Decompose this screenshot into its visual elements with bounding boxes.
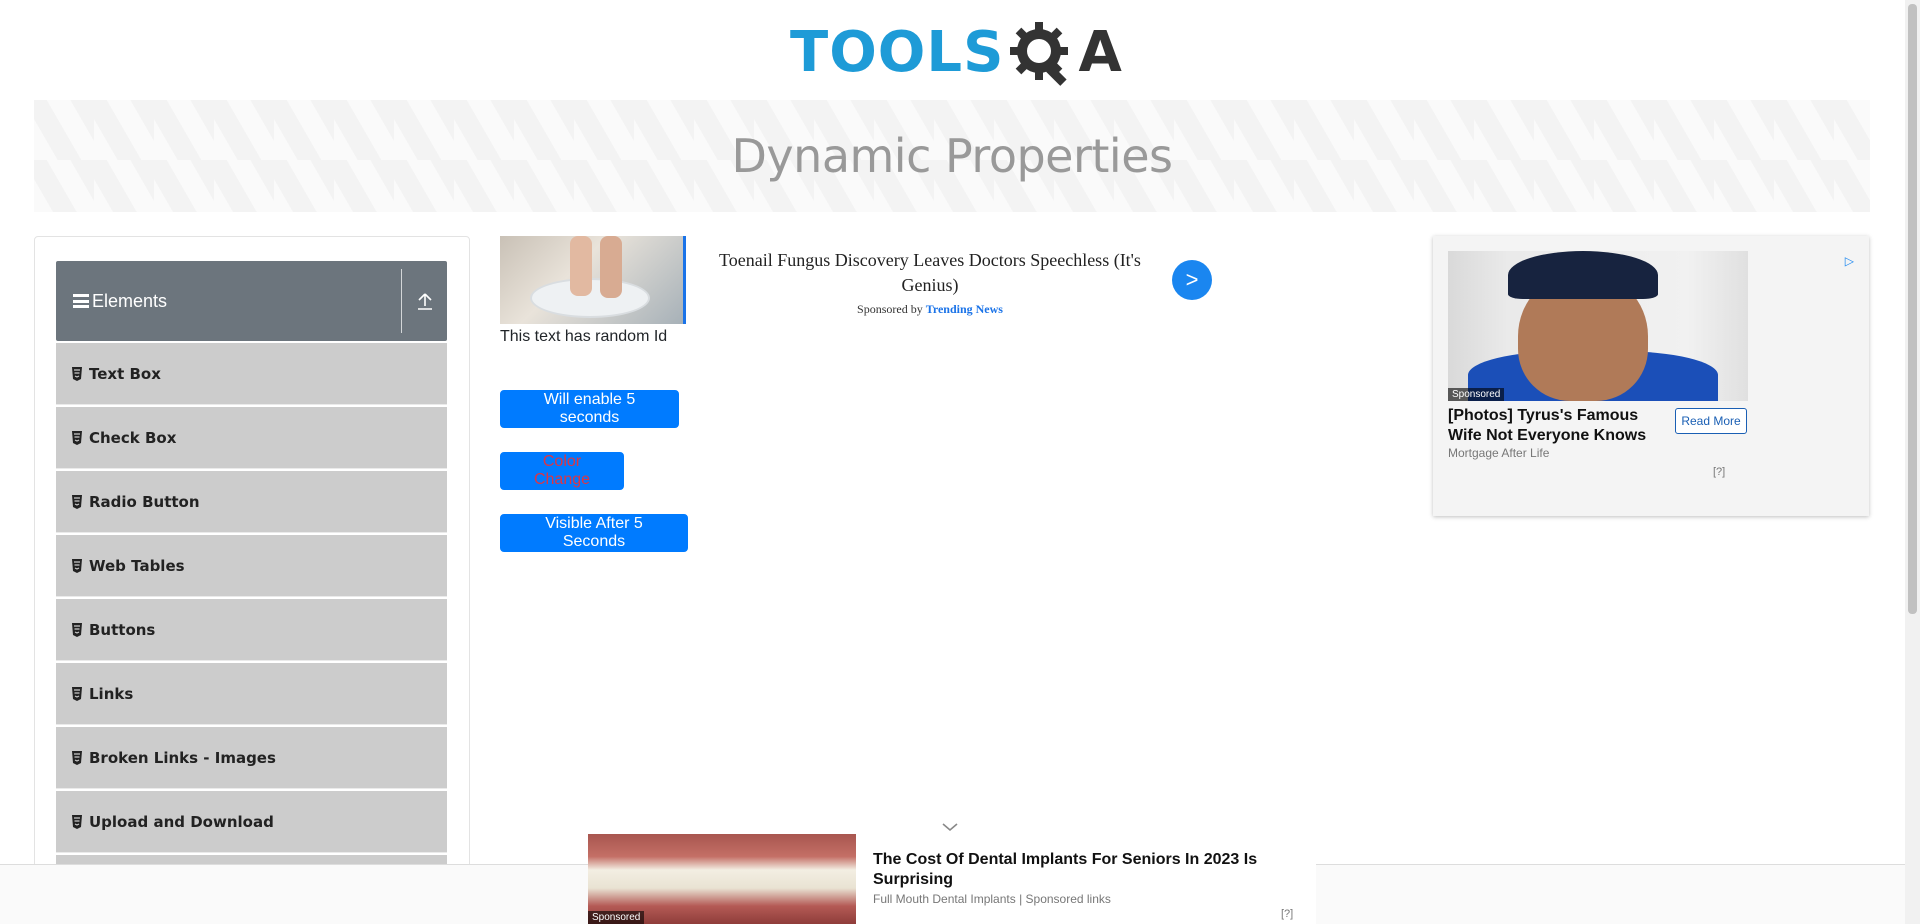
- toolsqa-logo[interactable]: TOOLS A: [790, 14, 1122, 92]
- enable-after-button[interactable]: Will enable 5 seconds: [500, 390, 679, 428]
- sidebar-item-broken-links[interactable]: Broken Links - Images: [56, 727, 447, 789]
- gear-q-icon: [1010, 22, 1069, 86]
- html5-icon: [72, 430, 82, 445]
- ad-source: Mortgage After Life: [1448, 446, 1550, 460]
- page-title: Dynamic Properties: [731, 129, 1173, 183]
- collapse-up-icon[interactable]: [416, 291, 434, 311]
- ad-image[interactable]: Sponsored: [588, 834, 856, 924]
- elements-menu: Text Box Check Box Radio Button Web Tabl…: [56, 343, 447, 919]
- elements-group-header[interactable]: Elements: [56, 261, 447, 341]
- ad-headline[interactable]: Toenail Fungus Discovery Leaves Doctors …: [700, 248, 1160, 298]
- ad-source: Full Mouth Dental Implants | Sponsored l…: [873, 892, 1111, 906]
- color-change-button[interactable]: Color Change: [500, 452, 624, 490]
- group-title: Elements: [92, 290, 168, 311]
- scrollbar-thumb[interactable]: [1908, 4, 1917, 614]
- sponsored-tag: Sponsored: [588, 911, 645, 924]
- html5-icon: [72, 494, 82, 509]
- sidebar-item-check-box[interactable]: Check Box: [56, 407, 447, 469]
- page: TOOLS A Dynamic Properties Elements Text…: [0, 0, 1920, 924]
- html5-icon: [72, 366, 82, 381]
- adchoices-icon[interactable]: ▷: [1845, 254, 1854, 268]
- ad-headline[interactable]: The Cost Of Dental Implants For Seniors …: [873, 850, 1293, 890]
- html5-icon: [72, 814, 82, 829]
- sidebar-item-buttons[interactable]: Buttons: [56, 599, 447, 661]
- html5-icon: [72, 622, 82, 637]
- sidebar: Elements Text Box Check Box Radio Button…: [34, 236, 470, 924]
- ad-sponsor-name[interactable]: Trending News: [926, 302, 1003, 316]
- ad-headline[interactable]: [Photos] Tyrus's Famous Wife Not Everyon…: [1448, 406, 1673, 446]
- page-scrollbar[interactable]: [1905, 0, 1920, 924]
- sidebar-item-web-tables[interactable]: Web Tables: [56, 535, 447, 597]
- ad-info-link[interactable]: [?]: [1713, 466, 1725, 478]
- ad-arrow-button[interactable]: >: [1172, 260, 1212, 300]
- chevron-down-icon[interactable]: [940, 820, 960, 834]
- random-id-text: This text has random Id: [500, 328, 668, 345]
- header-divider: [401, 269, 402, 333]
- html5-icon: [72, 558, 82, 573]
- right-ad[interactable]: Sponsored ▷ [Photos] Tyrus's Famous Wife…: [1433, 236, 1869, 516]
- sponsored-tag: Sponsored: [1448, 388, 1505, 401]
- hamburger-icon: [73, 294, 89, 308]
- sidebar-item-radio-button[interactable]: Radio Button: [56, 471, 447, 533]
- sidebar-item-upload-download[interactable]: Upload and Download: [56, 791, 447, 853]
- top-ad[interactable]: Toenail Fungus Discovery Leaves Doctors …: [500, 236, 1220, 326]
- html5-icon: [72, 686, 82, 701]
- ad-thumbnail[interactable]: [500, 236, 686, 324]
- read-more-button[interactable]: Read More: [1675, 408, 1747, 434]
- sidebar-item-text-box[interactable]: Text Box: [56, 343, 447, 405]
- page-banner: Dynamic Properties: [34, 100, 1870, 212]
- ad-photo[interactable]: Sponsored: [1448, 251, 1748, 401]
- html5-icon: [72, 750, 82, 765]
- visible-after-button[interactable]: Visible After 5 Seconds: [500, 514, 688, 552]
- sidebar-item-links[interactable]: Links: [56, 663, 447, 725]
- ad-sponsor-line: Sponsored by Trending News: [857, 302, 1003, 316]
- bottom-ad[interactable]: Sponsored The Cost Of Dental Implants Fo…: [588, 834, 1316, 924]
- logo-text: TOOLS: [790, 20, 1005, 85]
- ad-info-link[interactable]: [?]: [1281, 908, 1293, 920]
- logo-suffix: A: [1078, 20, 1122, 85]
